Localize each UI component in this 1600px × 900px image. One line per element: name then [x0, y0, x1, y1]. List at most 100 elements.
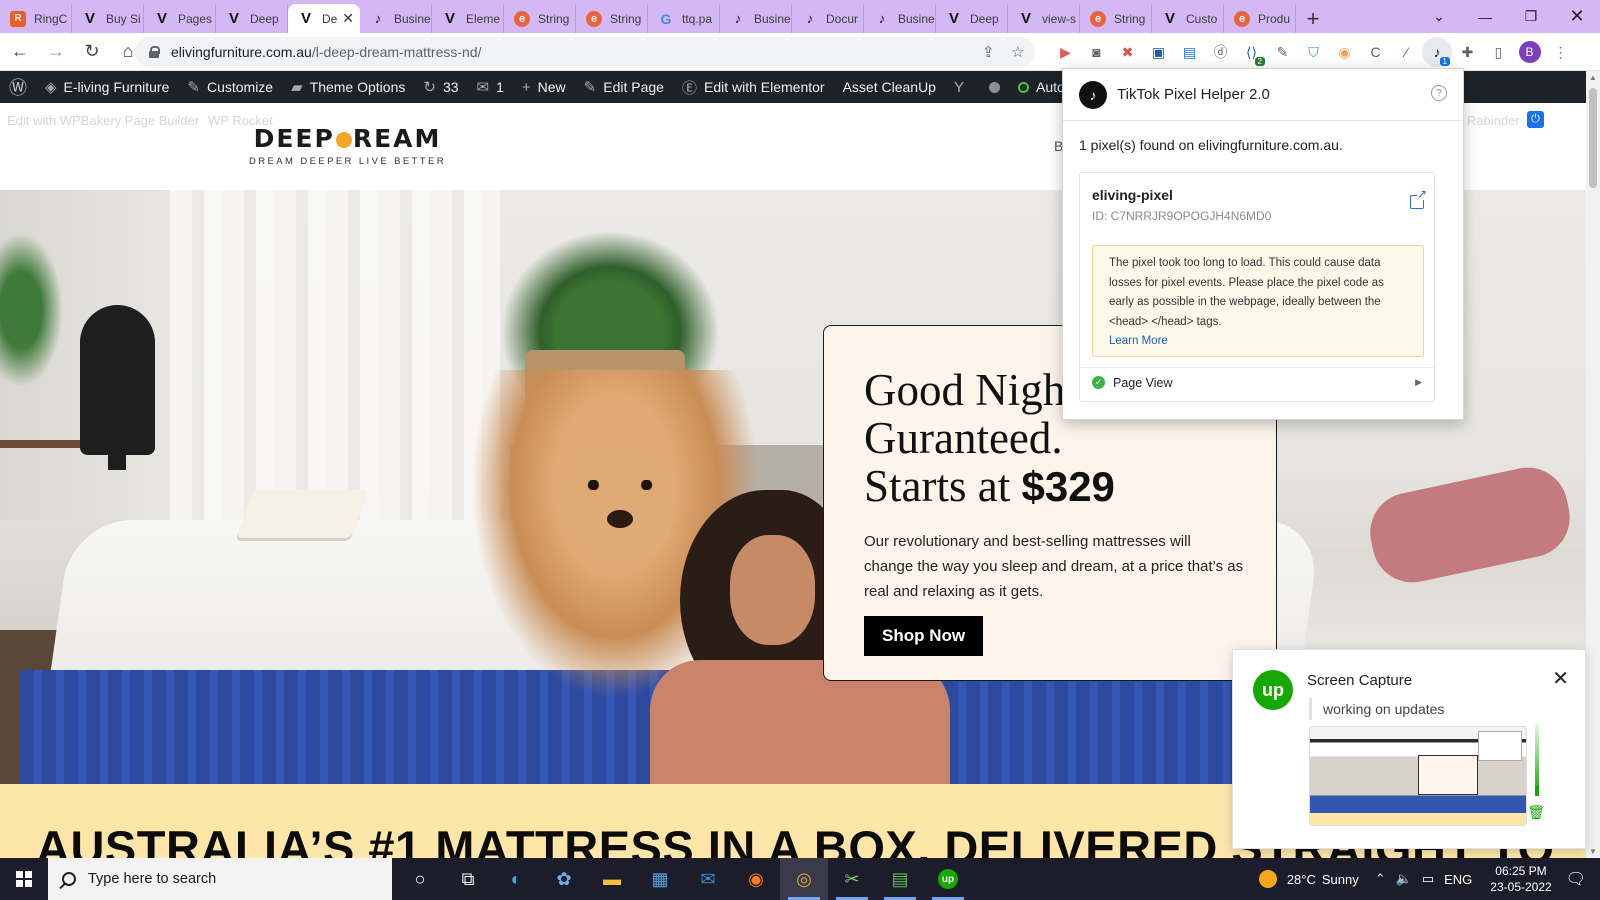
volume-icon[interactable]: 🔈: [1396, 871, 1412, 887]
cortana-icon[interactable]: ○: [396, 858, 444, 900]
extension-d-icon[interactable]: ⓓ: [1205, 37, 1236, 67]
extension-eyedropper-icon[interactable]: ✎: [1267, 37, 1298, 67]
tiktok-pixel-extension-icon[interactable]: ♪ 1: [1422, 37, 1452, 67]
upwork-taskbar-icon[interactable]: up: [924, 858, 972, 900]
browser-tab[interactable]: Gttq.pa: [648, 4, 720, 33]
wp-menu-item[interactable]: Ⓔ Edit with Elementor: [673, 71, 834, 103]
spreadsheet-icon[interactable]: ▤: [876, 858, 924, 900]
screenshot-thumbnail[interactable]: [1309, 726, 1527, 826]
wpbakery-link[interactable]: Edit with WPBakery Page Builder: [7, 113, 199, 128]
browser-tab[interactable]: R RingC: [0, 4, 72, 33]
wp-menu-item[interactable]: ✉ 1: [468, 71, 513, 103]
browser-tab[interactable]: V Deep: [936, 4, 1008, 33]
chrome-icon[interactable]: ◎: [780, 858, 828, 900]
scroll-down-icon[interactable]: ▼: [1589, 847, 1597, 856]
url-text[interactable]: elivingfurniture.com.au/l-deep-dream-mat…: [171, 44, 481, 60]
wordpress-logo-icon[interactable]: Ⓦ: [0, 71, 36, 103]
browser-tab[interactable]: e String: [1080, 4, 1152, 33]
extension-tools-icon[interactable]: ✖: [1112, 37, 1143, 67]
wp-menu-item[interactable]: ◈ E-living Furniture: [36, 71, 178, 103]
page-scrollbar[interactable]: ▲ ▼: [1586, 71, 1600, 858]
network-icon[interactable]: ▭: [1422, 871, 1434, 887]
show-hidden-icons-icon[interactable]: ⌃: [1375, 871, 1386, 887]
store-icon[interactable]: ▦: [636, 858, 684, 900]
start-button[interactable]: [0, 858, 48, 900]
mail-icon[interactable]: ✉: [684, 858, 732, 900]
browser-tab[interactable]: ♪ Busine: [360, 4, 432, 33]
site-logo[interactable]: DEEP REAM DREAM DEEPER LIVE BETTER: [249, 124, 446, 167]
new-tab-button[interactable]: +: [1296, 4, 1330, 33]
paint-icon[interactable]: ✿: [540, 858, 588, 900]
extension-shield-icon[interactable]: ⛉: [1298, 37, 1329, 67]
user-greeting[interactable]: Rabinder: [1467, 113, 1520, 128]
back-button[interactable]: ←: [4, 36, 36, 68]
wp-menu-item[interactable]: ▰ Theme Options: [282, 71, 414, 103]
browser-tab[interactable]: V Custo: [1152, 4, 1224, 33]
extension-pen-icon[interactable]: ⁄: [1391, 37, 1422, 67]
weather-sun-icon[interactable]: [1258, 870, 1277, 888]
extension-cookie-icon[interactable]: ◉: [1329, 37, 1360, 67]
browser-tab[interactable]: Vview-s: [1008, 4, 1080, 33]
browser-tab[interactable]: ♪ Docur: [792, 4, 864, 33]
weather-desc[interactable]: Sunny: [1322, 872, 1359, 887]
browser-tab[interactable]: V Pages: [144, 4, 216, 33]
file-explorer-icon[interactable]: ▬: [588, 858, 636, 900]
edge-icon[interactable]: ◐: [492, 858, 540, 900]
browser-tab[interactable]: e String: [576, 4, 648, 33]
scrollbar-thumb[interactable]: [1589, 88, 1597, 188]
close-tab-icon[interactable]: ✕: [342, 10, 354, 27]
browser-tab[interactable]: e String: [504, 4, 576, 33]
share-icon[interactable]: ⇪: [982, 43, 995, 61]
browser-tab[interactable]: ♪ Busine: [720, 4, 792, 33]
wp-menu-item[interactable]: ✎ Edit Page: [575, 71, 673, 103]
extension-code-icon[interactable]: ⟨⟩ 2: [1236, 37, 1267, 67]
close-icon[interactable]: ✕: [1552, 666, 1569, 691]
extension-window-icon[interactable]: ▤: [1174, 37, 1205, 67]
forward-button[interactable]: →: [40, 36, 72, 68]
browser-tab[interactable]: V Deep: [216, 4, 288, 33]
extension-record-icon[interactable]: ▶: [1050, 37, 1081, 67]
weather-temp[interactable]: 28°C: [1287, 872, 1316, 887]
browser-tab[interactable]: V Buy Si: [72, 4, 144, 33]
power-icon[interactable]: ⏻: [1527, 111, 1544, 128]
address-bar[interactable]: elivingfurniture.com.au/l-deep-dream-mat…: [135, 37, 1035, 67]
wp-menu-item[interactable]: ✎ Customize: [178, 71, 282, 103]
page-view-event-row[interactable]: ✓ Page View ▶: [1080, 367, 1434, 397]
help-icon[interactable]: ?: [1431, 85, 1447, 101]
tab-search-chevron-icon[interactable]: ⌄: [1416, 0, 1462, 33]
wp-menu-item[interactable]: Asset CleanUp: [834, 71, 945, 103]
yoast-icon[interactable]: Y: [945, 71, 980, 103]
notifications-icon[interactable]: 🗨: [1566, 869, 1586, 889]
tab-label: De: [322, 11, 338, 26]
taskbar-search-box[interactable]: Type here to search: [48, 858, 392, 900]
extension-save-icon[interactable]: ▣: [1143, 37, 1174, 67]
menu-kebab-icon[interactable]: ⋮: [1545, 37, 1576, 67]
scroll-up-icon[interactable]: ▲: [1589, 73, 1597, 82]
extension-camera-icon[interactable]: ◙: [1081, 37, 1112, 67]
snipping-tool-icon[interactable]: ✂: [828, 858, 876, 900]
trash-icon[interactable]: 🗑: [1527, 804, 1545, 821]
browser-tab[interactable]: V Eleme: [432, 4, 504, 33]
expand-arrow-icon[interactable]: ▶: [1415, 377, 1422, 388]
external-link-icon[interactable]: [1410, 188, 1427, 209]
bookmark-star-icon[interactable]: ☆: [1011, 43, 1024, 61]
wp-menu-item[interactable]: + New: [513, 71, 575, 103]
side-panel-icon[interactable]: ▯: [1483, 37, 1514, 67]
task-view-icon[interactable]: ⧉: [444, 858, 492, 900]
extensions-puzzle-icon[interactable]: ✚: [1452, 37, 1483, 67]
clock[interactable]: 06:25 PM 23-05-2022: [1490, 863, 1551, 895]
language-indicator[interactable]: ENG: [1444, 872, 1472, 887]
browser-tab[interactable]: e Produ: [1224, 4, 1296, 33]
reload-button[interactable]: ↻: [76, 36, 108, 68]
minimize-button[interactable]: —: [1462, 0, 1508, 33]
restore-button[interactable]: ❐: [1508, 0, 1554, 33]
learn-more-link[interactable]: Learn More: [1109, 335, 1168, 347]
wp-menu-item[interactable]: ↻ 33: [414, 71, 467, 103]
browser-tab[interactable]: V De ✕: [288, 4, 360, 33]
extension-c-icon[interactable]: C: [1360, 37, 1391, 67]
shop-now-button[interactable]: Shop Now: [864, 616, 984, 656]
close-window-button[interactable]: ✕: [1554, 0, 1600, 33]
browser-tab[interactable]: ♪ Busine: [864, 4, 936, 33]
profile-avatar[interactable]: B: [1514, 37, 1545, 67]
firefox-icon[interactable]: ◉: [732, 858, 780, 900]
